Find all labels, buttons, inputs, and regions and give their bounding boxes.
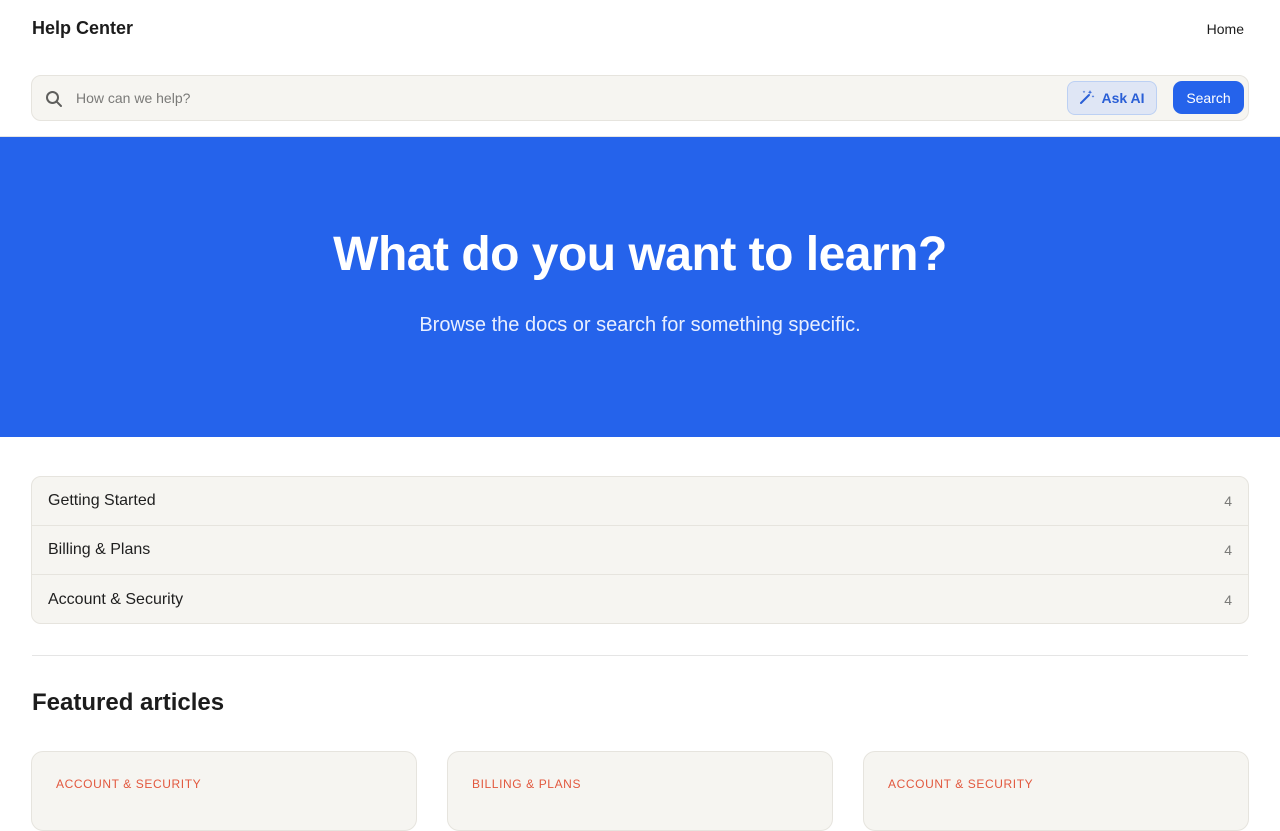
search-bar: Ask AI Search <box>31 75 1249 121</box>
category-name: Getting Started <box>48 492 156 509</box>
category-list: Getting Started 4 Billing & Plans 4 Acco… <box>31 476 1249 624</box>
hero-banner: What do you want to learn? Browse the do… <box>0 137 1280 437</box>
hero-title: What do you want to learn? <box>333 228 947 281</box>
article-category-label: ACCOUNT & SECURITY <box>56 777 202 791</box>
ask-ai-label: Ask AI <box>1101 90 1145 106</box>
hero-subtitle: Browse the docs or search for something … <box>419 314 861 336</box>
featured-article-card[interactable]: ACCOUNT & SECURITY <box>863 751 1249 831</box>
featured-article-card[interactable]: ACCOUNT & SECURITY <box>31 751 417 831</box>
top-bar: Help Center Home <box>0 0 1280 60</box>
search-button[interactable]: Search <box>1173 81 1244 114</box>
category-name: Billing & Plans <box>48 541 151 558</box>
featured-article-card[interactable]: BILLING & PLANS <box>447 751 833 831</box>
featured-articles-heading: Featured articles <box>32 689 225 716</box>
nav-home-link[interactable]: Home <box>1207 21 1244 37</box>
section-divider <box>32 655 1248 656</box>
category-item-billing-plans[interactable]: Billing & Plans 4 <box>32 526 1248 575</box>
brand-title[interactable]: Help Center <box>32 18 133 39</box>
category-name: Account & Security <box>48 590 184 608</box>
category-count: 4 <box>1224 542 1232 558</box>
search-icon <box>44 89 64 109</box>
magic-wand-icon <box>1079 89 1095 108</box>
category-count: 4 <box>1224 591 1232 608</box>
category-count: 4 <box>1224 493 1232 509</box>
article-category-label: BILLING & PLANS <box>472 777 582 791</box>
category-item-getting-started[interactable]: Getting Started 4 <box>32 477 1248 526</box>
article-category-label: ACCOUNT & SECURITY <box>888 777 1034 791</box>
ask-ai-button[interactable]: Ask AI <box>1067 81 1157 115</box>
search-input[interactable] <box>76 76 1056 120</box>
category-item-account-security[interactable]: Account & Security 4 <box>32 575 1248 623</box>
